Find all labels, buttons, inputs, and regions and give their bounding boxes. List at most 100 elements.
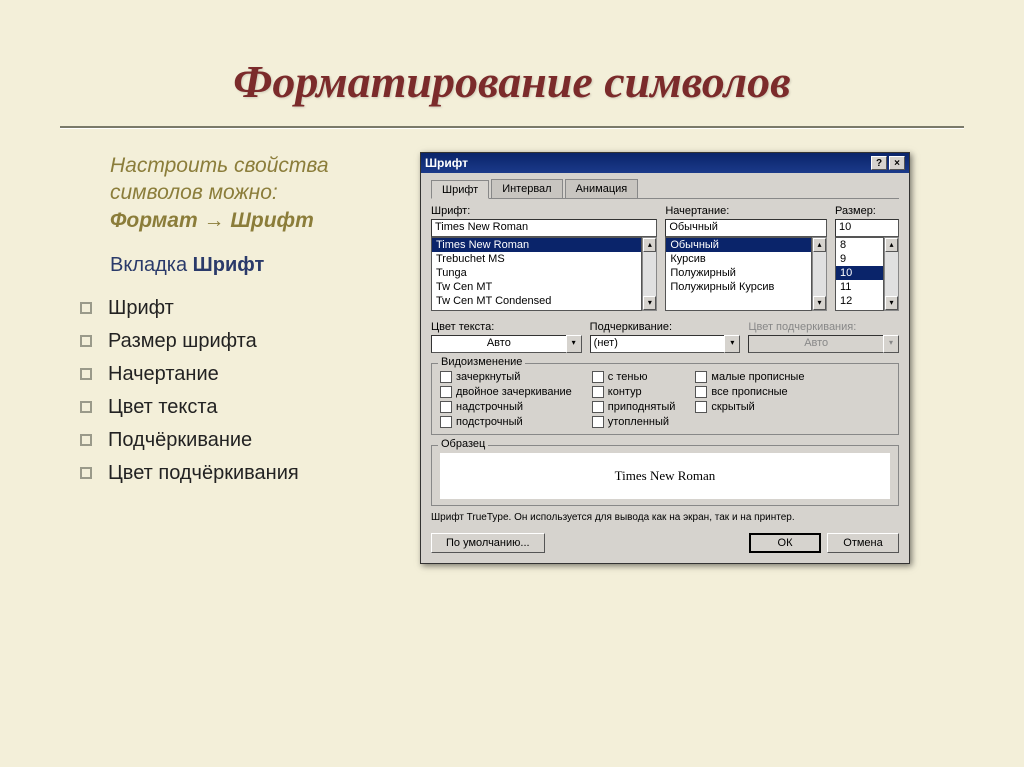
checkbox-icon bbox=[592, 416, 604, 428]
content-area: Настроить свойства символов можно: Форма… bbox=[0, 128, 1024, 564]
scroll-up-icon[interactable]: ▴ bbox=[813, 238, 826, 252]
effects-group: Видоизменение зачеркнутый двойное зачерк… bbox=[431, 363, 899, 435]
checkbox-superscript[interactable]: надстрочный bbox=[440, 401, 572, 413]
checkbox-label: с тенью bbox=[608, 371, 648, 383]
text-color-value: Авто bbox=[431, 335, 566, 353]
text-color-label: Цвет текста: bbox=[431, 321, 582, 333]
checkbox-engrave[interactable]: утопленный bbox=[592, 416, 676, 428]
style-option[interactable]: Полужирный Курсив bbox=[666, 280, 811, 294]
font-dialog: Шрифт ? × Шрифт Интервал Анимация Шрифт:… bbox=[420, 152, 910, 564]
checkbox-icon bbox=[592, 386, 604, 398]
checkbox-hidden[interactable]: скрытый bbox=[695, 401, 804, 413]
checkbox-icon bbox=[592, 401, 604, 413]
checkbox-icon bbox=[440, 416, 452, 428]
scroll-down-icon[interactable]: ▾ bbox=[885, 296, 898, 310]
default-button[interactable]: По умолчанию... bbox=[431, 533, 545, 553]
checkbox-subscript[interactable]: подстрочный bbox=[440, 416, 572, 428]
checkbox-small-caps[interactable]: малые прописные bbox=[695, 371, 804, 383]
bullet-icon bbox=[80, 335, 92, 347]
ok-button[interactable]: ОК bbox=[749, 533, 821, 553]
size-option[interactable]: 10 bbox=[836, 266, 883, 280]
scroll-up-icon[interactable]: ▴ bbox=[885, 238, 898, 252]
style-input[interactable]: Обычный bbox=[665, 219, 827, 237]
style-label: Начертание: bbox=[665, 205, 827, 217]
tab-line: Вкладка Шрифт bbox=[110, 254, 410, 277]
checkbox-icon bbox=[440, 401, 452, 413]
size-option[interactable]: 8 bbox=[836, 238, 883, 252]
dialog-body: Шрифт Интервал Анимация Шрифт: Times New… bbox=[421, 173, 909, 563]
list-item: Подчёркивание bbox=[110, 429, 410, 452]
checkbox-icon bbox=[440, 371, 452, 383]
style-option[interactable]: Курсив bbox=[666, 252, 811, 266]
underline-color-value: Авто bbox=[748, 335, 883, 353]
color-row: Цвет текста: Авто ▾ Подчеркивание: (нет)… bbox=[431, 321, 899, 353]
checkbox-label: двойное зачеркивание bbox=[456, 386, 572, 398]
font-row: Шрифт: Times New Roman Times New Roman T… bbox=[431, 205, 899, 311]
scroll-down-icon[interactable]: ▾ bbox=[813, 296, 826, 310]
bullet-icon bbox=[80, 434, 92, 446]
menu-path: Формат → Шрифт bbox=[110, 209, 314, 232]
checkbox-all-caps[interactable]: все прописные bbox=[695, 386, 804, 398]
font-hint: Шрифт TrueType. Он используется для выво… bbox=[431, 512, 899, 523]
tab-animation[interactable]: Анимация bbox=[565, 179, 639, 198]
list-item: Начертание bbox=[110, 363, 410, 386]
style-listbox[interactable]: Обычный Курсив Полужирный Полужирный Кур… bbox=[665, 237, 812, 311]
cancel-button[interactable]: Отмена bbox=[827, 533, 899, 553]
sample-preview: Times New Roman bbox=[440, 453, 890, 499]
tab-font[interactable]: Шрифт bbox=[431, 180, 489, 199]
dialog-title: Шрифт bbox=[425, 156, 468, 170]
style-scrollbar[interactable]: ▴ ▾ bbox=[812, 237, 827, 311]
intro-text: Настроить свойства символов можно: Форма… bbox=[110, 152, 410, 234]
font-listbox[interactable]: Times New Roman Trebuchet MS Tunga Tw Ce… bbox=[431, 237, 642, 311]
font-input[interactable]: Times New Roman bbox=[431, 219, 657, 237]
checkbox-label: подстрочный bbox=[456, 416, 523, 428]
style-option[interactable]: Полужирный bbox=[666, 266, 811, 280]
underline-dropdown[interactable]: (нет) ▾ bbox=[590, 335, 741, 353]
checkbox-double-strike[interactable]: двойное зачеркивание bbox=[440, 386, 572, 398]
checkbox-label: надстрочный bbox=[456, 401, 523, 413]
checkbox-icon bbox=[695, 401, 707, 413]
style-option[interactable]: Обычный bbox=[666, 238, 811, 252]
underline-color-dropdown: Авто ▾ bbox=[748, 335, 899, 353]
sample-group: Образец Times New Roman bbox=[431, 445, 899, 506]
text-color-dropdown[interactable]: Авто ▾ bbox=[431, 335, 582, 353]
size-scrollbar[interactable]: ▴ ▾ bbox=[884, 237, 899, 311]
size-input[interactable]: 10 bbox=[835, 219, 899, 237]
bullet-text: Цвет текста bbox=[108, 396, 217, 419]
close-button[interactable]: × bbox=[889, 156, 905, 170]
checkbox-strikethrough[interactable]: зачеркнутый bbox=[440, 371, 572, 383]
intro-line1: Настроить свойства символов можно: bbox=[110, 154, 329, 204]
checkbox-emboss[interactable]: приподнятый bbox=[592, 401, 676, 413]
underline-value: (нет) bbox=[590, 335, 725, 353]
help-button[interactable]: ? bbox=[871, 156, 887, 170]
chevron-down-icon[interactable]: ▾ bbox=[566, 335, 582, 353]
dialog-titlebar[interactable]: Шрифт ? × bbox=[421, 153, 909, 173]
bullet-text: Цвет подчёркивания bbox=[108, 462, 299, 485]
font-option[interactable]: Tw Cen MT Condensed bbox=[432, 294, 641, 308]
checkbox-label: приподнятый bbox=[608, 401, 676, 413]
size-option[interactable]: 12 bbox=[836, 294, 883, 308]
checkbox-shadow[interactable]: с тенью bbox=[592, 371, 676, 383]
size-option[interactable]: 9 bbox=[836, 252, 883, 266]
underline-label: Подчеркивание: bbox=[590, 321, 741, 333]
scroll-down-icon[interactable]: ▾ bbox=[643, 296, 656, 310]
font-option[interactable]: Tw Cen MT bbox=[432, 280, 641, 294]
checkbox-outline[interactable]: контур bbox=[592, 386, 676, 398]
font-option[interactable]: Tunga bbox=[432, 266, 641, 280]
tab-interval[interactable]: Интервал bbox=[491, 179, 562, 198]
button-row: По умолчанию... ОК Отмена bbox=[431, 533, 899, 553]
bullet-icon bbox=[80, 467, 92, 479]
checkbox-icon bbox=[592, 371, 604, 383]
font-option[interactable]: Times New Roman bbox=[432, 238, 641, 252]
bullet-text: Размер шрифта bbox=[108, 330, 257, 353]
tab-name: Шрифт bbox=[193, 254, 265, 276]
bullet-list: Шрифт Размер шрифта Начертание Цвет текс… bbox=[110, 297, 410, 485]
chevron-down-icon[interactable]: ▾ bbox=[724, 335, 740, 353]
scroll-up-icon[interactable]: ▴ bbox=[643, 238, 656, 252]
bullet-text: Начертание bbox=[108, 363, 219, 386]
font-option[interactable]: Trebuchet MS bbox=[432, 252, 641, 266]
bullet-text: Шрифт bbox=[108, 297, 174, 320]
size-option[interactable]: 11 bbox=[836, 280, 883, 294]
size-listbox[interactable]: 8 9 10 11 12 bbox=[835, 237, 884, 311]
font-scrollbar[interactable]: ▴ ▾ bbox=[642, 237, 657, 311]
